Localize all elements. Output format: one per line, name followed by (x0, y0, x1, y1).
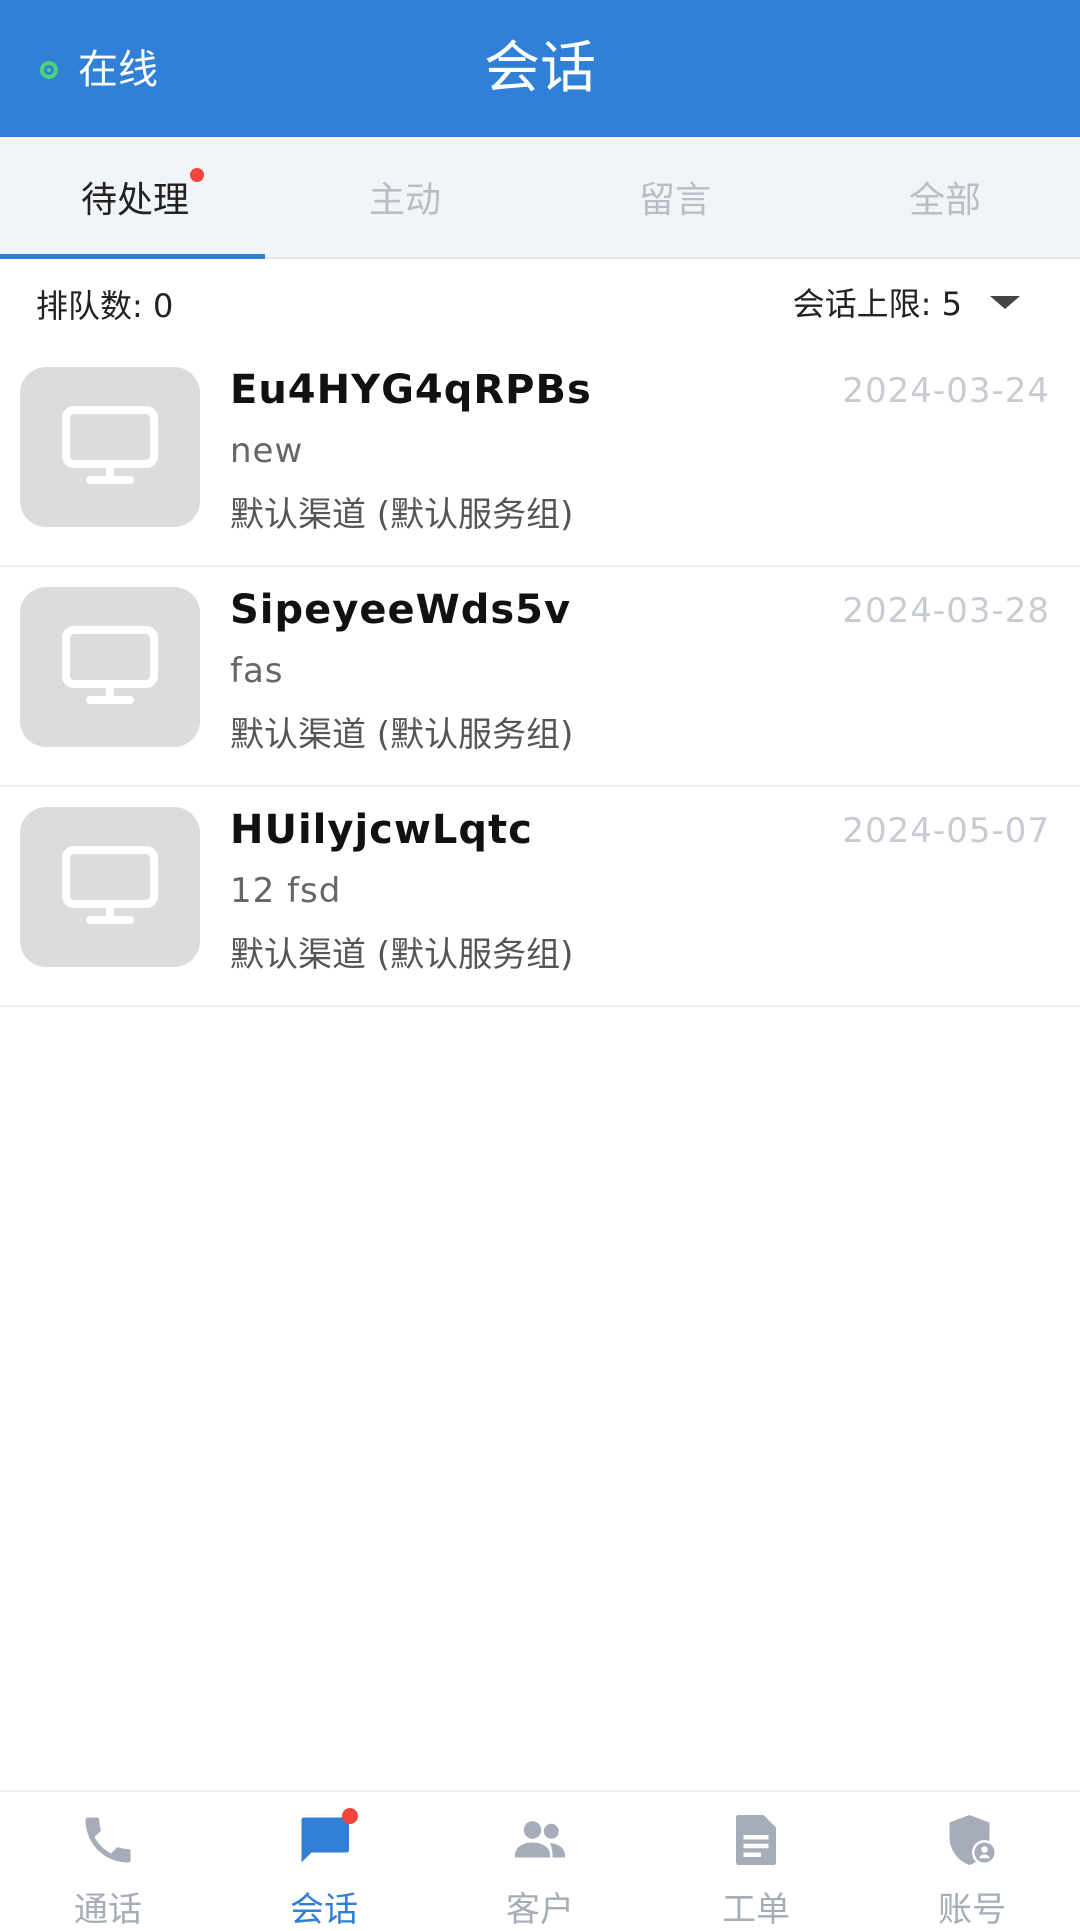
page-title: 会话 (484, 36, 596, 101)
nav-item-tickets[interactable]: 工单 (648, 1792, 864, 1930)
session-row[interactable]: Eu4HYG4qRPBs 2024-03-24 new 默认渠道 (默认服务组) (0, 347, 1080, 567)
nav-item-sessions[interactable]: 会话 (216, 1792, 432, 1930)
tab-all-label: 全部 (908, 180, 981, 221)
app-header: 在线 会话 (0, 0, 1080, 137)
session-limit-dropdown[interactable]: 会话上限: 5 (793, 279, 1020, 325)
tab-pending[interactable]: 待处理 (0, 137, 270, 257)
queue-count: 排队数: 0 (36, 287, 174, 325)
session-name: SipeyeeWds5v (230, 587, 572, 633)
nav-sessions-badge (342, 1808, 358, 1824)
session-channel: 默认渠道 (默认服务组) (230, 935, 574, 975)
queue-bar: 排队数: 0 会话上限: 5 (0, 259, 1080, 347)
users-icon (510, 1810, 570, 1870)
tab-active[interactable]: 主动 (270, 137, 540, 257)
tab-active-label: 主动 (368, 180, 441, 221)
session-tabs: 待处理 主动 留言 全部 (0, 137, 1080, 259)
session-last-message: 12 fsd (230, 871, 342, 911)
nav-label-tickets: 工单 (722, 1890, 790, 1930)
session-channel: 默认渠道 (默认服务组) (230, 495, 574, 535)
monitor-icon (20, 807, 200, 967)
account-shield-icon (942, 1810, 1002, 1870)
monitor-icon (20, 367, 200, 527)
session-list: Eu4HYG4qRPBs 2024-03-24 new 默认渠道 (默认服务组)… (0, 347, 1080, 1007)
nav-item-account[interactable]: 账号 (864, 1792, 1080, 1930)
nav-label-customers: 客户 (506, 1890, 574, 1930)
session-name: Eu4HYG4qRPBs (230, 367, 592, 413)
session-name: HUilyjcwLqtc (230, 807, 533, 853)
session-row[interactable]: SipeyeeWds5v 2024-03-28 fas 默认渠道 (默认服务组) (0, 567, 1080, 787)
nav-label-sessions: 会话 (290, 1890, 358, 1930)
tab-pending-label: 待处理 (80, 180, 189, 221)
bottom-nav: 通话 会话 客户 工单 账号 (0, 1790, 1080, 1930)
session-last-message: fas (230, 651, 284, 691)
nav-item-customers[interactable]: 客户 (432, 1792, 648, 1930)
phone-icon (78, 1810, 138, 1870)
ticket-icon (726, 1810, 786, 1870)
tab-pending-badge (190, 168, 204, 182)
nav-label-account: 账号 (938, 1890, 1006, 1930)
session-date: 2024-03-24 (842, 371, 1050, 411)
tab-all[interactable]: 全部 (810, 137, 1080, 257)
nav-item-calls[interactable]: 通话 (0, 1792, 216, 1930)
chat-icon (294, 1808, 358, 1870)
session-date: 2024-05-07 (842, 811, 1050, 851)
session-last-message: new (230, 431, 304, 471)
session-date: 2024-03-28 (842, 591, 1050, 631)
caret-down-icon (990, 295, 1020, 309)
nav-label-calls: 通话 (74, 1890, 142, 1930)
session-channel: 默认渠道 (默认服务组) (230, 715, 574, 755)
tab-messages-label: 留言 (638, 180, 711, 221)
session-limit-label: 会话上限: 5 (792, 285, 962, 323)
session-row[interactable]: HUilyjcwLqtc 2024-05-07 12 fsd 默认渠道 (默认服… (0, 787, 1080, 1007)
tab-messages[interactable]: 留言 (540, 137, 810, 257)
monitor-icon (20, 587, 200, 747)
